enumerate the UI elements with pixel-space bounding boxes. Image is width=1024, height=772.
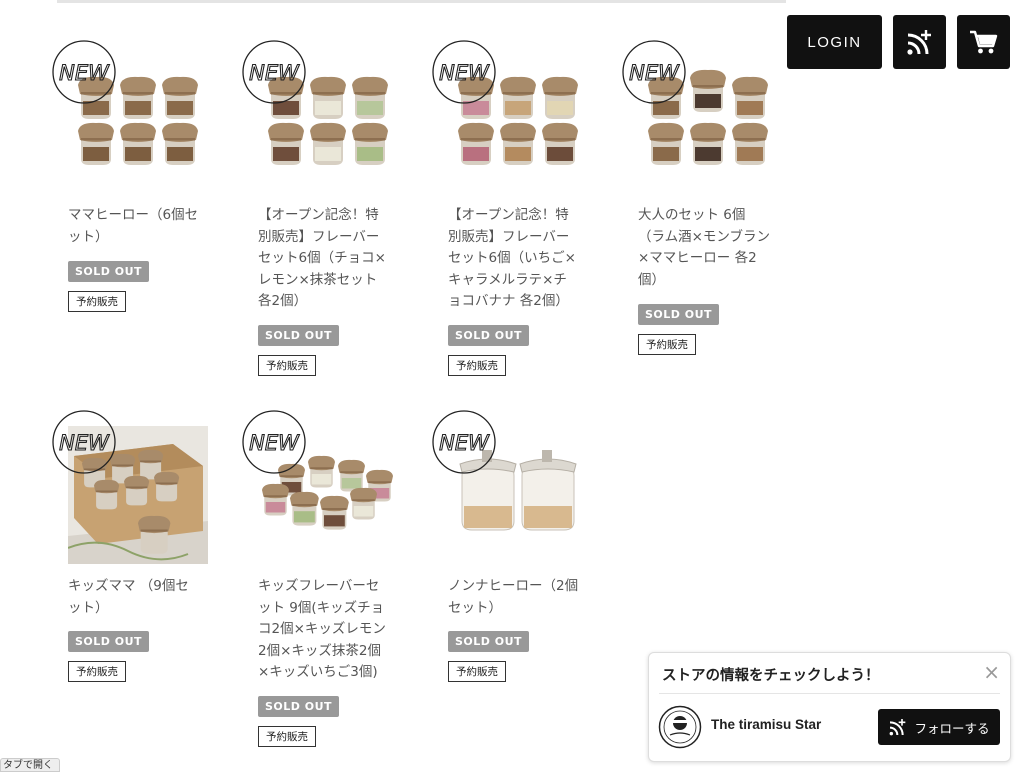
product-name[interactable]: 【オープン記念！特別販売】フレーバーセット6個（いちご×キャラメルラテ×チョコバ… [448, 205, 580, 313]
close-icon[interactable]: × [983, 660, 1000, 684]
sold-out-badge: SOLD OUT [258, 696, 340, 717]
new-badge [620, 38, 688, 106]
open-in-tab-button[interactable]: タブで開く [0, 758, 60, 772]
product-name[interactable]: 【オープン記念！特別販売】フレーバーセット6個（チョコ×レモン×抹茶セット 各2… [258, 205, 390, 313]
store-logo [658, 705, 702, 749]
product-name[interactable]: ママヒーロー（6個セット） [68, 205, 200, 248]
product-name[interactable]: キッズママ （9個セット） [68, 576, 200, 619]
follow-button[interactable]: フォローする [878, 709, 1000, 745]
preorder-tag: 予約販売 [448, 661, 506, 682]
new-badge [50, 408, 118, 476]
store-follow-popup: ストアの情報をチェックしよう！ × The tiramisu Star フォロー… [648, 652, 1011, 762]
sold-out-badge: SOLD OUT [68, 261, 150, 282]
follow-button-label: フォローする [914, 720, 990, 736]
cart-icon [969, 30, 997, 54]
preorder-tag: 予約販売 [258, 726, 316, 747]
new-badge [430, 38, 498, 106]
login-button[interactable]: LOGIN [787, 15, 882, 69]
new-badge [50, 38, 118, 106]
preorder-tag: 予約販売 [258, 355, 316, 376]
top-divider [57, 0, 786, 3]
preorder-tag: 予約販売 [448, 355, 506, 376]
product-name[interactable]: 大人のセット 6個（ラム酒×モンブラン×ママヒーロー 各2個） [638, 205, 770, 291]
cart-button[interactable] [957, 15, 1010, 69]
follow-store-button[interactable] [893, 15, 946, 69]
sold-out-badge: SOLD OUT [68, 631, 150, 652]
product-name[interactable]: ノンナヒーロー（2個セット） [448, 576, 580, 619]
new-badge [430, 408, 498, 476]
popup-divider [659, 693, 1000, 694]
sold-out-badge: SOLD OUT [448, 631, 530, 652]
sold-out-badge: SOLD OUT [448, 325, 530, 346]
new-badge [240, 38, 308, 106]
preorder-tag: 予約販売 [638, 334, 696, 355]
preorder-tag: 予約販売 [68, 661, 126, 682]
rss-plus-icon [906, 30, 931, 55]
popup-title: ストアの情報をチェックしよう！ [662, 668, 880, 684]
sold-out-badge: SOLD OUT [638, 304, 720, 325]
preorder-tag: 予約販売 [68, 291, 126, 312]
product-name[interactable]: キッズフレーバーセット 9個(キッズチョコ2個×キッズレモン2個×キッズ抹茶2個… [258, 576, 390, 684]
store-name: The tiramisu Star [711, 717, 822, 732]
new-badge [240, 408, 308, 476]
sold-out-badge: SOLD OUT [258, 325, 340, 346]
rss-plus-icon [890, 719, 906, 736]
